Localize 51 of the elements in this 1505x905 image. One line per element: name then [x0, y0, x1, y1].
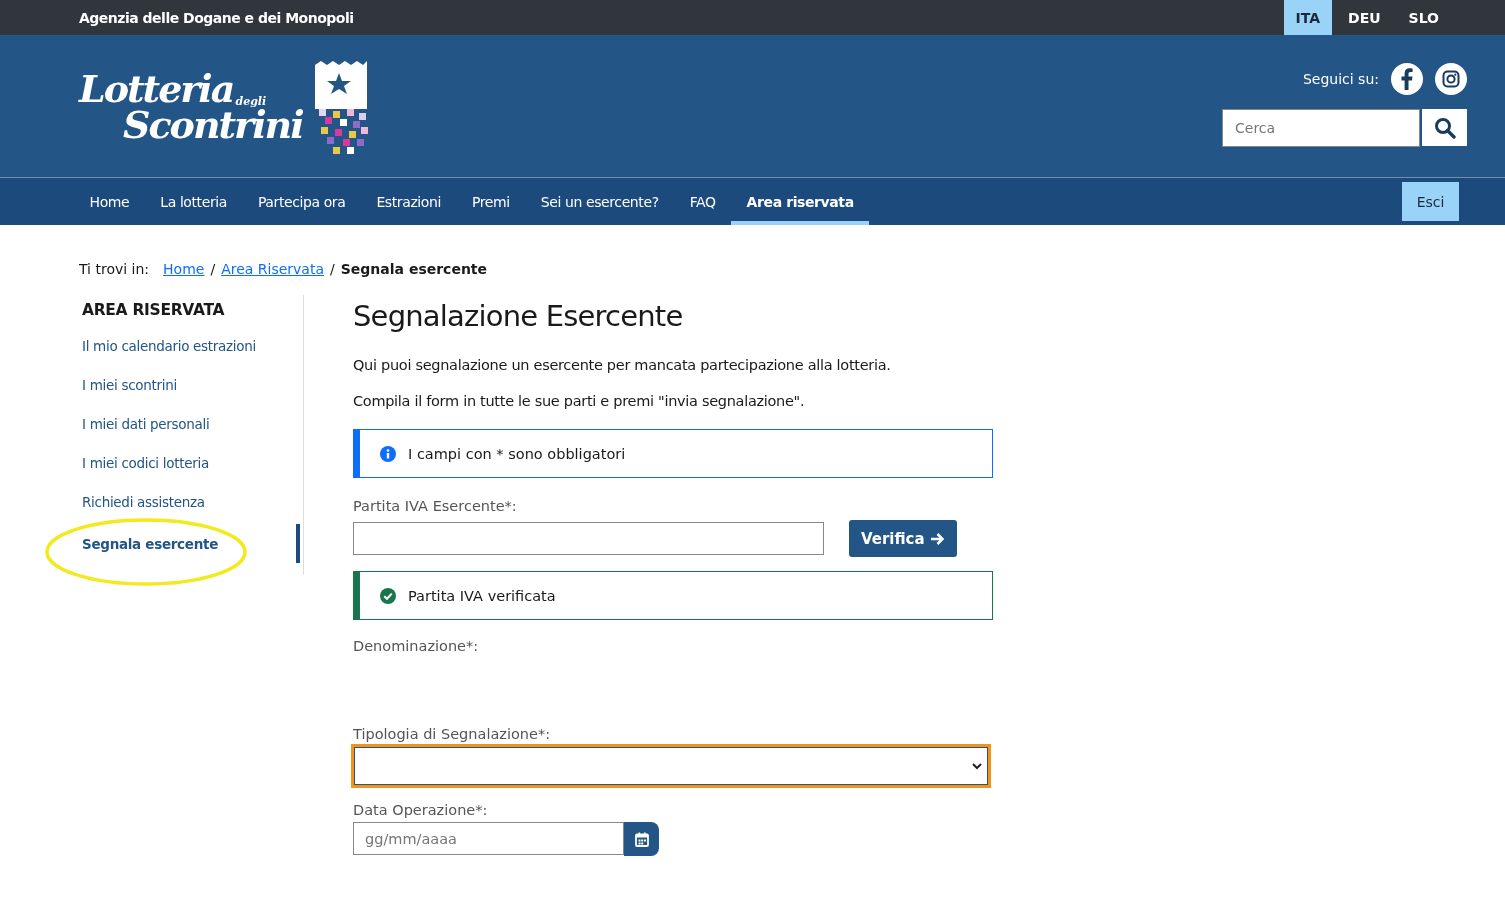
nav-item[interactable]: Sei un esercente? [525, 178, 675, 225]
search-button[interactable] [1422, 109, 1467, 146]
breadcrumb-separator: / [330, 261, 335, 277]
nav-item[interactable]: Home [74, 178, 145, 225]
sidebar-item[interactable]: Segnala esercente [82, 524, 300, 563]
nav-item[interactable]: FAQ [674, 178, 732, 225]
info-icon [380, 445, 396, 462]
facebook-icon[interactable] [1391, 63, 1423, 95]
nav-item[interactable]: Area riservata [731, 178, 870, 225]
language-link[interactable]: DEU [1336, 0, 1393, 35]
agency-name[interactable]: Agenzia delle Dogane e dei Monopoli [79, 9, 354, 26]
breadcrumb-link[interactable]: Home [163, 261, 205, 277]
arrow-icon [929, 531, 945, 546]
follow-label: Seguici su: [1302, 71, 1379, 87]
logout-button[interactable]: Esci [1402, 182, 1459, 221]
calendar-icon [634, 831, 649, 847]
search-field[interactable]: Cerca [1222, 109, 1420, 147]
breadcrumb-current: Segnala esercente [340, 261, 488, 277]
chevron-down-icon [972, 762, 982, 770]
report-type-select[interactable] [351, 744, 991, 788]
sidebar-title: AREA RISERVATA [82, 301, 226, 319]
field-label: Tipologia di Segnalazione*: [353, 726, 552, 742]
sidebar-item[interactable]: Il mio calendario estrazioni [82, 338, 303, 377]
sidebar-item[interactable]: I miei codici lotteria [82, 455, 303, 494]
check-icon [380, 587, 396, 604]
search-icon [1433, 116, 1456, 139]
intro-text: Qui puoi segnalazione un esercente per mancata partecipazione alla lotteria. [353, 357, 892, 373]
alert-text: I campi con * sono obbligatori [408, 445, 626, 462]
lottery-logo[interactable]: Lotteriadegli Scontrini [79, 59, 373, 177]
verify-button[interactable]: Verifica [849, 520, 957, 557]
vat-number-field[interactable] [353, 522, 824, 555]
nav-item[interactable]: Partecipa ora [242, 178, 361, 225]
sidebar-item[interactable]: I miei dati personali [82, 416, 303, 455]
field-label: Denominazione*: [353, 638, 480, 654]
nav-item[interactable]: Estrazioni [360, 178, 457, 225]
breadcrumb-separator: / [210, 261, 216, 277]
breadcrumb-label: Ti trovi in: [79, 261, 150, 277]
calendar-button[interactable] [624, 822, 659, 856]
nav-item[interactable]: Premi [456, 178, 526, 225]
date-field[interactable]: gg/mm/aaaa [353, 822, 624, 855]
instagram-icon[interactable] [1435, 63, 1467, 95]
language-link[interactable]: SLO [1396, 0, 1451, 35]
nav-item[interactable]: La lotteria [144, 178, 243, 225]
intro-text: Compila il form in tutte le sue parti e premi "invia segnalazione". [353, 393, 806, 409]
page-title: Segnalazione Esercente [353, 299, 684, 333]
language-link[interactable]: ITA [1283, 0, 1333, 35]
alert-text: Partita IVA verificata [408, 587, 556, 604]
field-label: Data Operazione*: [353, 802, 489, 818]
field-label: Partita IVA Esercente*: [353, 498, 518, 514]
breadcrumb-link[interactable]: Area Riservata [221, 261, 325, 277]
sidebar-item[interactable]: I miei scontrini [82, 377, 303, 416]
